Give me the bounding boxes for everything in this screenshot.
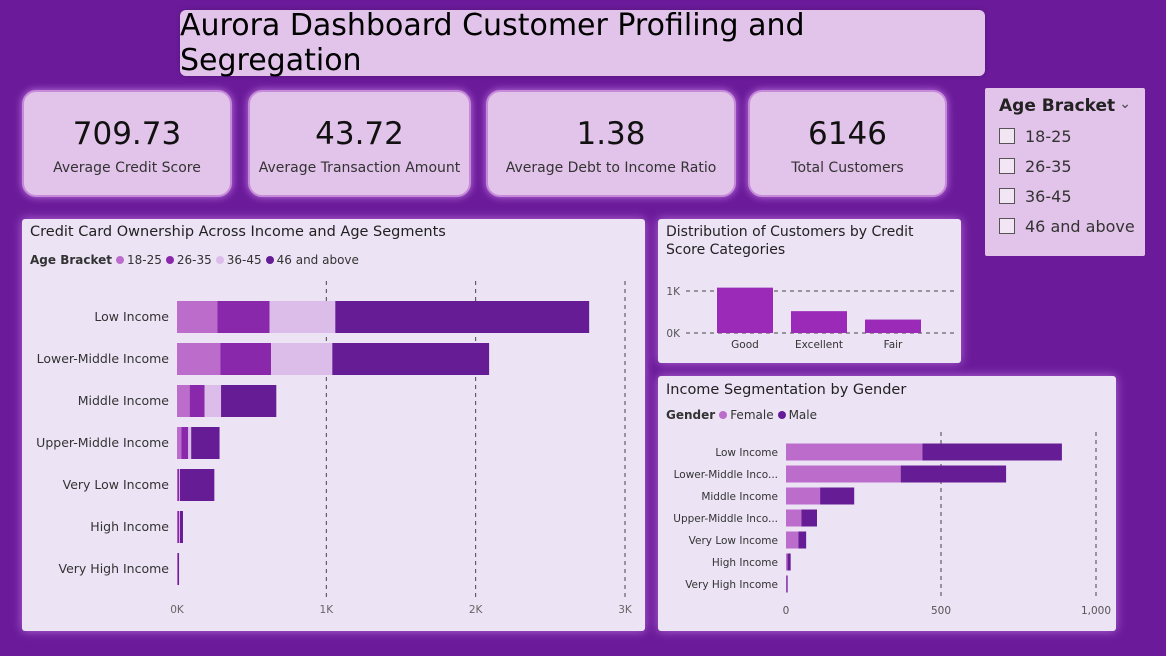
- bar-segment: [269, 301, 336, 333]
- bar-segment: [786, 509, 802, 527]
- bar-segment: [786, 553, 788, 571]
- category-label: Fair: [884, 339, 903, 351]
- tick-label: 0: [783, 605, 790, 617]
- bar-segment: [786, 487, 821, 505]
- tick-label: 0K: [170, 604, 185, 616]
- chevron-down-icon[interactable]: ⌄: [1119, 96, 1131, 112]
- bar-segment: [332, 343, 490, 375]
- checkbox[interactable]: [999, 188, 1015, 204]
- checkbox[interactable]: [999, 158, 1015, 174]
- tick-label: 3K: [618, 604, 633, 616]
- slicer-option-18-25[interactable]: 18-25: [999, 126, 1145, 146]
- bar-segment: [189, 385, 205, 417]
- bar-segment: [177, 301, 218, 333]
- category-label: Middle Income: [78, 393, 170, 408]
- credit-score-distribution-chart: Distribution of Customers by Credit Scor…: [658, 219, 961, 363]
- bar: [717, 287, 773, 333]
- dashboard-title: Aurora Dashboard Customer Profiling and …: [180, 8, 985, 78]
- kpi-card-debt-income: 1.38 Average Debt to Income Ratio: [486, 90, 736, 197]
- kpi-card-credit-score: 709.73 Average Credit Score: [22, 90, 232, 197]
- checkbox[interactable]: [999, 218, 1015, 234]
- bar-segment: [217, 301, 270, 333]
- slicer-option-label: 26-35: [1025, 156, 1072, 176]
- category-label: Good: [731, 339, 759, 351]
- category-label: Lower-Middle Inco...: [674, 469, 778, 481]
- category-label: High Income: [90, 519, 169, 534]
- kpi-label: Total Customers: [791, 160, 904, 176]
- category-label: Very High Income: [685, 579, 778, 591]
- bar-segment: [900, 465, 1007, 483]
- category-label: High Income: [712, 557, 778, 569]
- bar-segment: [787, 553, 791, 571]
- category-label: Lower-Middle Income: [37, 351, 170, 366]
- slicer-option-46-above[interactable]: 46 and above: [999, 216, 1145, 236]
- bar-segment: [798, 531, 807, 549]
- bar-segment: [335, 301, 590, 333]
- category-label: Low Income: [715, 447, 778, 459]
- kpi-label: Average Credit Score: [53, 160, 201, 176]
- bar-segment: [786, 465, 901, 483]
- category-label: Low Income: [94, 309, 169, 324]
- bar-segment: [177, 427, 182, 459]
- chart-plot-area: Low Income Lower-Middle Income Middle Inco…: [36, 281, 633, 616]
- category-label: Upper-Middle Income: [36, 435, 169, 450]
- bar-segment: [179, 511, 183, 543]
- tick-label: 500: [931, 605, 951, 617]
- kpi-card-transaction-amount: 43.72 Average Transaction Amount: [248, 90, 471, 197]
- bar: [865, 319, 921, 333]
- tick-label: 1K: [320, 604, 335, 616]
- category-label: Very Low Income: [689, 535, 778, 547]
- category-label: Upper-Middle Inco...: [673, 513, 778, 525]
- bar-segment: [922, 443, 1062, 461]
- bar-segment: [820, 487, 855, 505]
- bar-segment: [181, 427, 189, 459]
- kpi-value: 6146: [808, 116, 887, 152]
- bar-segment: [177, 343, 221, 375]
- slicer-option-label: 46 and above: [1025, 216, 1135, 236]
- bar-segment: [786, 575, 788, 593]
- bar-segment: [786, 443, 923, 461]
- bar-segment: [179, 469, 215, 501]
- checkbox[interactable]: [999, 128, 1015, 144]
- bar-segment: [204, 385, 222, 417]
- bar-segment: [177, 385, 190, 417]
- bar-segment: [177, 511, 180, 543]
- bar-segment: [177, 469, 180, 501]
- bar-segment: [221, 385, 277, 417]
- bar-segment: [191, 427, 220, 459]
- bar-segment: [188, 427, 192, 459]
- category-label: Middle Income: [701, 491, 778, 503]
- tick-label: 0K: [666, 328, 681, 340]
- kpi-value: 43.72: [315, 116, 404, 152]
- kpi-value: 709.73: [72, 116, 182, 152]
- income-gender-chart: Income Segmentation by Gender Gender Fem…: [658, 376, 1116, 631]
- chart-plot-area: Low Income Lower-Middle Inco... Middle Inc…: [673, 432, 1111, 617]
- tick-label: 1,000: [1081, 605, 1111, 617]
- bar-segment: [801, 509, 817, 527]
- credit-card-ownership-chart: Credit Card Ownership Across Income and …: [22, 219, 645, 631]
- kpi-label: Average Debt to Income Ratio: [505, 160, 717, 176]
- bar-segment: [178, 553, 180, 585]
- slicer-option-26-35[interactable]: 26-35: [999, 156, 1145, 176]
- slicer-option-36-45[interactable]: 36-45: [999, 186, 1145, 206]
- chart-plot-area: 1K 0K Good Excellent Fair: [666, 286, 956, 351]
- tick-label: 1K: [666, 286, 681, 298]
- category-label: Excellent: [795, 339, 843, 351]
- age-bracket-slicer: Age Bracket ⌄ 18-25 26-35 36-45 46 and a…: [985, 88, 1145, 256]
- bar-segment: [220, 343, 272, 375]
- bar: [791, 311, 847, 333]
- kpi-card-total-customers: 6146 Total Customers: [748, 90, 947, 197]
- category-label: Very Low Income: [63, 477, 170, 492]
- slicer-option-label: 18-25: [1025, 126, 1072, 146]
- category-label: Very High Income: [59, 561, 170, 576]
- kpi-value: 1.38: [576, 116, 646, 152]
- bar-segment: [786, 531, 799, 549]
- bar-segment: [271, 343, 333, 375]
- kpi-label: Average Transaction Amount: [258, 160, 461, 176]
- slicer-option-label: 36-45: [1025, 186, 1072, 206]
- tick-label: 2K: [469, 604, 484, 616]
